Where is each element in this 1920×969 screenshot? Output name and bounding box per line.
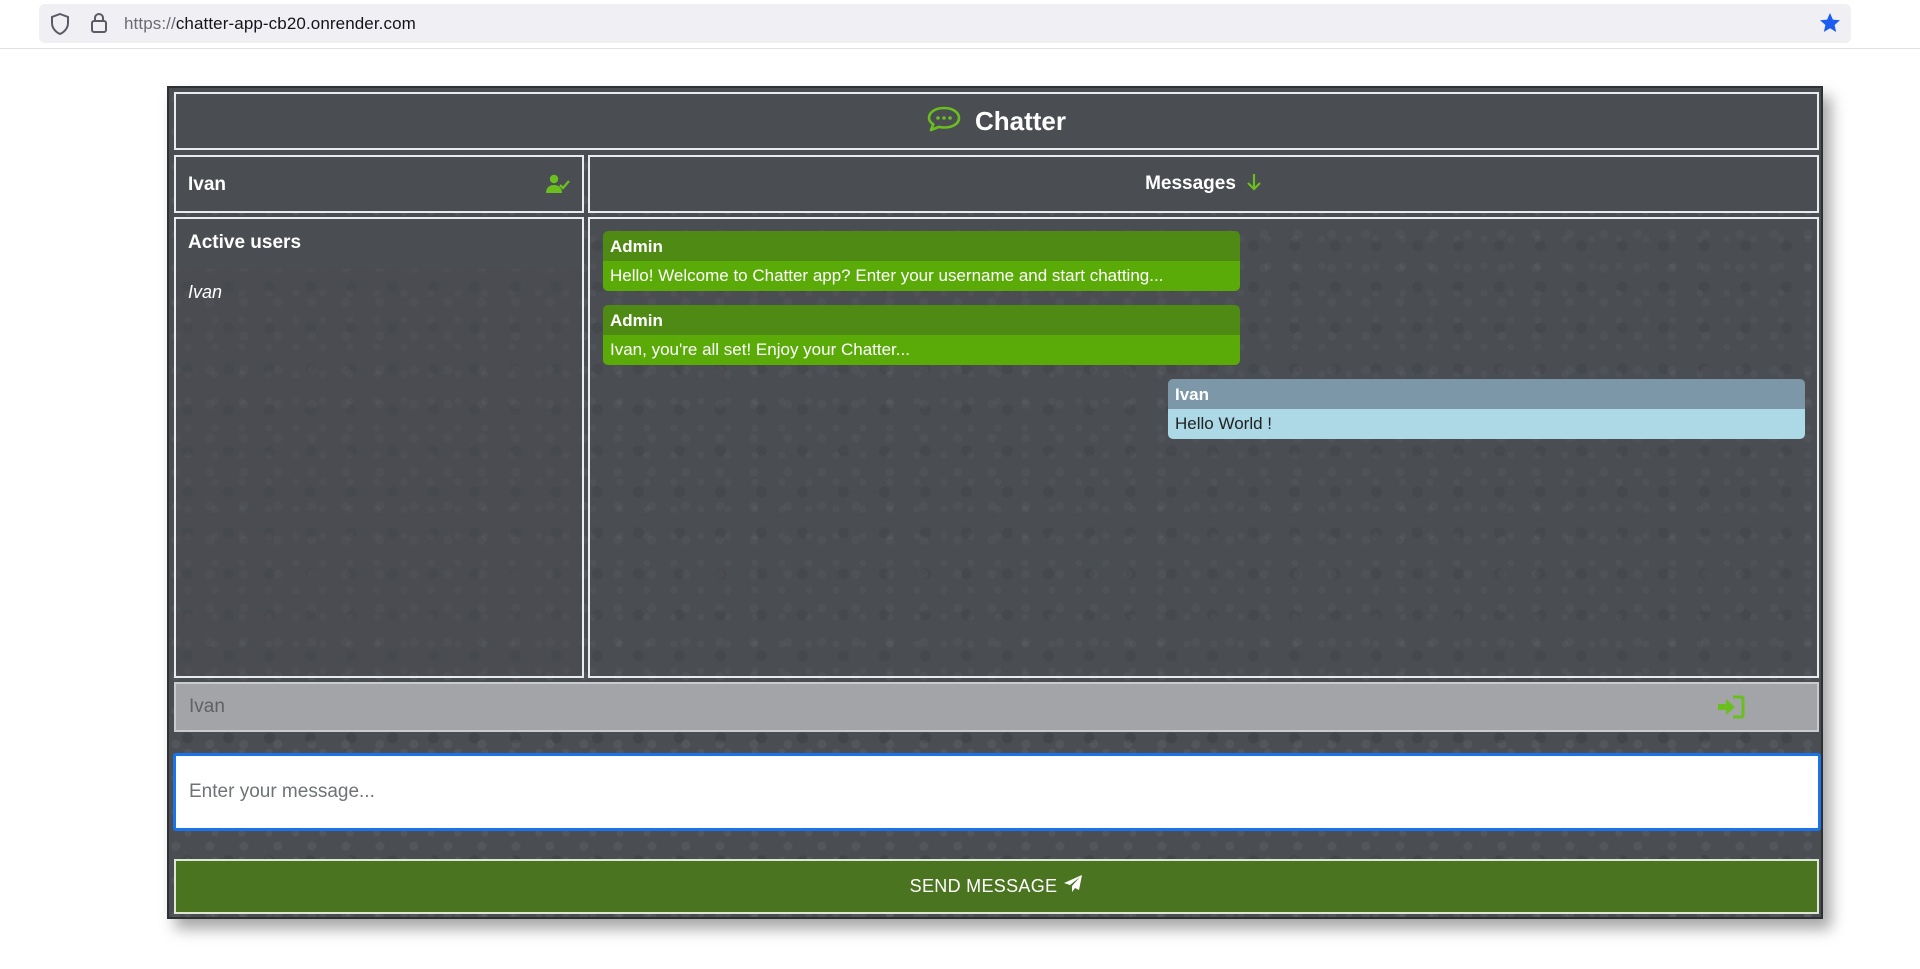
paper-plane-icon	[1063, 874, 1083, 899]
chat-app: Chatter Ivan Messages Active users Ivan …	[167, 86, 1823, 919]
message-text: Hello World !	[1168, 409, 1805, 439]
url-text[interactable]: https://chatter-app-cb20.onrender.com	[124, 14, 416, 34]
chat-bubble-icon	[927, 106, 961, 137]
active-user-item[interactable]: Ivan	[188, 282, 222, 303]
active-users-panel: Active users Ivan	[174, 217, 584, 678]
message-sender: Admin	[603, 231, 1240, 261]
username-field	[174, 682, 1819, 732]
message-bubble: Admin Hello! Welcome to Chatter app? Ent…	[603, 231, 1240, 291]
lock-icon[interactable]	[90, 12, 108, 39]
messages-title: Messages	[1145, 173, 1236, 194]
star-icon[interactable]	[1818, 11, 1842, 40]
app-title: Chatter	[974, 105, 1066, 136]
user-check-icon	[546, 174, 570, 199]
shield-icon[interactable]	[50, 12, 70, 40]
message-text: Ivan, you're all set! Enjoy your Chatter…	[603, 335, 1240, 365]
username-input[interactable]	[176, 684, 1736, 730]
active-users-title: Active users	[176, 219, 582, 269]
current-user-panel: Ivan	[174, 155, 584, 213]
sign-in-icon[interactable]	[1716, 694, 1746, 725]
arrow-down-icon	[1246, 173, 1262, 196]
app-header: Chatter	[174, 92, 1819, 150]
browser-toolbar: https://chatter-app-cb20.onrender.com	[0, 0, 1920, 49]
message-text: Hello! Welcome to Chatter app? Enter you…	[603, 261, 1240, 291]
message-bubble: Ivan Hello World !	[1168, 379, 1805, 439]
message-bubble: Admin Ivan, you're all set! Enjoy your C…	[603, 305, 1240, 365]
message-field	[173, 753, 1821, 831]
message-sender: Admin	[603, 305, 1240, 335]
send-button-label: SEND MESSAGE	[909, 876, 1058, 896]
message-input[interactable]	[176, 756, 1818, 828]
current-username: Ivan	[188, 174, 227, 195]
message-sender: Ivan	[1168, 379, 1805, 409]
send-message-button[interactable]: SEND MESSAGE	[174, 859, 1819, 914]
messages-header: Messages	[588, 155, 1819, 213]
messages-panel[interactable]: Admin Hello! Welcome to Chatter app? Ent…	[588, 217, 1819, 678]
